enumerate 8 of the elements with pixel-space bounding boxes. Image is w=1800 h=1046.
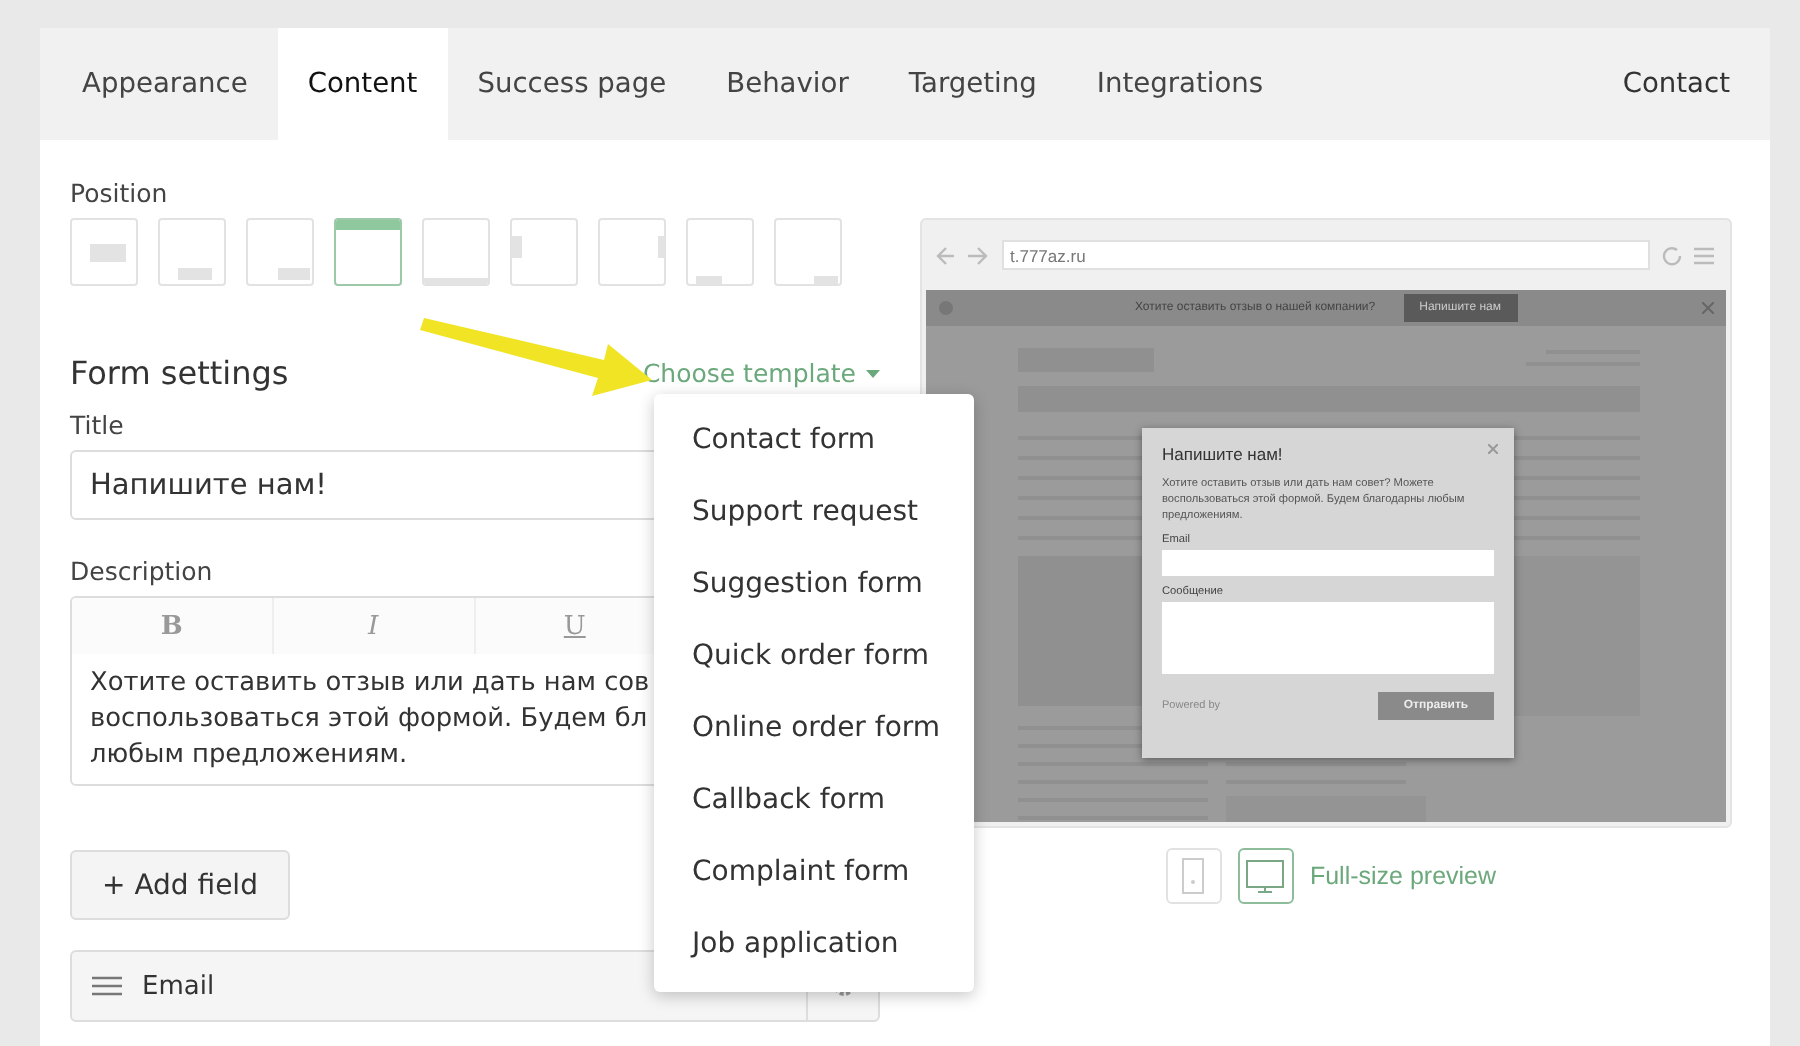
description-label: Description (70, 556, 213, 586)
address-bar: t.777az.ru (1002, 240, 1650, 270)
section-heading: Form settings (70, 354, 289, 392)
position-label: Position (70, 178, 168, 208)
title-label: Title (70, 410, 124, 440)
popup-title: Напишите нам! (1162, 444, 1283, 464)
field-name: Email (142, 971, 217, 1001)
description-text: Хотите оставить отзыв или дать нам сов воспользоваться этой формой. Будем бл любым предложениям. (90, 666, 650, 774)
